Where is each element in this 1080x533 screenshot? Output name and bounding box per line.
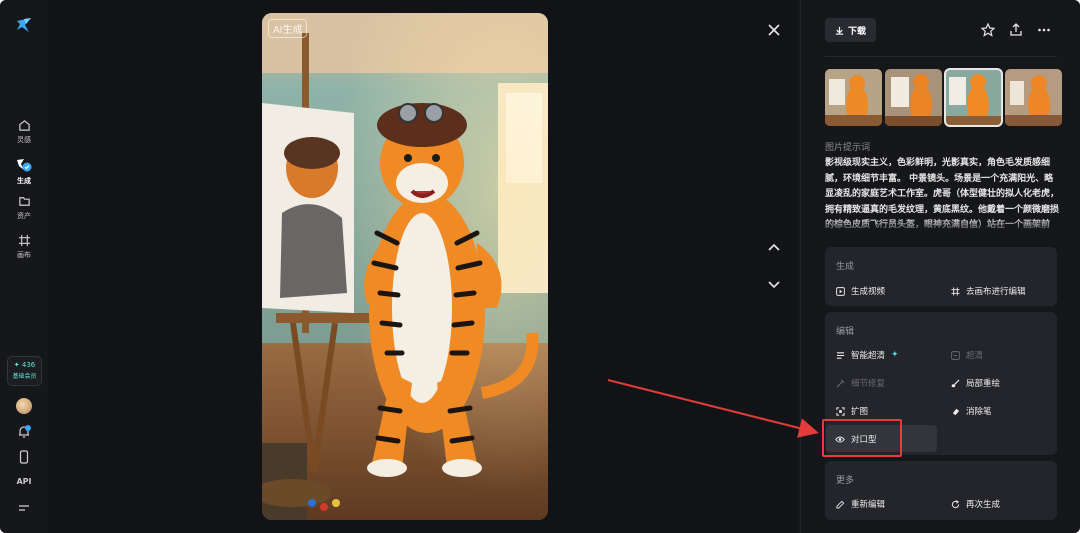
credits-number: 436 xyxy=(21,361,36,369)
generate-icon xyxy=(17,159,32,172)
api-link[interactable]: API xyxy=(0,477,48,486)
logo-icon[interactable] xyxy=(15,16,33,34)
more-icon[interactable] xyxy=(1036,22,1052,38)
brush-icon xyxy=(951,378,960,387)
expand-image-button[interactable]: 扩图 xyxy=(836,405,868,417)
action-label: 生成视频 xyxy=(851,287,886,297)
sidebar-item-generate[interactable]: 生成 xyxy=(0,158,48,186)
sidebar-item-label: 画布 xyxy=(17,251,31,259)
eraser-button[interactable]: 消除笔 xyxy=(951,405,992,417)
thumbnail-2[interactable] xyxy=(885,69,942,126)
detail-repair-button[interactable]: 细节修复 xyxy=(836,377,885,389)
card-title: 更多 xyxy=(836,476,855,486)
credits-badge[interactable]: ✦ 436 基础会员 xyxy=(7,356,42,386)
chevron-up-icon[interactable] xyxy=(766,240,782,256)
card-title: 编辑 xyxy=(836,327,855,337)
action-label: 去画布进行编辑 xyxy=(966,287,1026,297)
eye-icon xyxy=(835,436,845,442)
partial-redraw-button[interactable]: 局部重绘 xyxy=(951,377,1000,389)
card-title: 生成 xyxy=(836,262,855,272)
action-label: 超清 xyxy=(966,351,984,361)
download-icon xyxy=(835,26,844,35)
action-label: 再次生成 xyxy=(966,500,1001,510)
hd-icon xyxy=(951,350,960,360)
regenerate-button[interactable]: 再次生成 xyxy=(951,498,1000,510)
detail-panel: 下载 图片提示词 影视级现实主义，色彩鲜明，光影真实，角色毛发质感细腻，环境细节… xyxy=(800,0,1080,533)
prompt-fade xyxy=(825,218,1059,234)
membership-tier: 基础会员 xyxy=(12,373,37,380)
edit-on-canvas-button[interactable]: 去画布进行编辑 xyxy=(951,285,1026,297)
lip-sync-button[interactable]: 对口型 xyxy=(835,433,877,445)
generated-image[interactable]: AI生成 xyxy=(262,13,548,520)
phone-icon[interactable] xyxy=(16,449,32,465)
generate-card: 生成 生成视频 去画布进行编辑 xyxy=(825,247,1057,306)
sparkle-icon: ✦ xyxy=(891,350,899,360)
repair-icon xyxy=(836,379,845,387)
generate-video-button[interactable]: 生成视频 xyxy=(836,285,885,297)
sidebar-item-label: 资产 xyxy=(17,212,31,220)
canvas-icon xyxy=(951,286,960,296)
action-label: 细节修复 xyxy=(851,379,886,389)
ai-generated-badge: AI生成 xyxy=(268,19,308,38)
sidebar-item-assets[interactable]: 资产 xyxy=(0,195,48,221)
re-edit-button[interactable]: 重新编辑 xyxy=(836,498,885,510)
bell-icon[interactable] xyxy=(16,424,32,440)
sidebar-item-canvas[interactable]: 画布 xyxy=(0,234,48,260)
action-label: 消除笔 xyxy=(966,407,992,417)
action-label: 局部重绘 xyxy=(966,379,1001,389)
play-icon xyxy=(836,286,845,296)
refresh-icon xyxy=(951,499,960,508)
left-sidebar: 灵感 生成 资产 画布 ✦ 436 基础会员 API xyxy=(0,0,48,533)
download-label: 下载 xyxy=(847,26,866,37)
eraser-icon xyxy=(952,408,960,415)
expand-icon xyxy=(836,406,845,416)
more-card: 更多 重新编辑 再次生成 xyxy=(825,461,1057,520)
thumbnail-3-selected[interactable] xyxy=(944,68,1003,127)
sidebar-item-inspiration[interactable]: 灵感 xyxy=(0,119,48,145)
avatar[interactable] xyxy=(16,398,32,414)
action-label: 重新编辑 xyxy=(851,500,886,510)
tiger-painter-illustration xyxy=(262,13,548,520)
action-label: 扩图 xyxy=(851,407,869,417)
star-icon[interactable] xyxy=(980,22,996,38)
menu-icon[interactable] xyxy=(16,500,32,516)
image-viewer: AI生成 xyxy=(48,0,798,533)
edit-icon xyxy=(836,500,845,509)
close-icon[interactable] xyxy=(766,22,782,38)
prompt-title: 图片提示词 xyxy=(825,143,871,153)
share-icon[interactable] xyxy=(1008,22,1024,38)
download-button[interactable]: 下载 xyxy=(825,18,876,42)
app-window: 灵感 生成 资产 画布 ✦ 436 基础会员 API AI生成 下载 图片提示词… xyxy=(0,0,1080,533)
chevron-down-icon[interactable] xyxy=(766,276,782,292)
action-label: 智能超清 xyxy=(851,351,886,361)
action-label: 对口型 xyxy=(851,435,877,445)
hd-button[interactable]: 超清 xyxy=(951,349,983,361)
divider xyxy=(825,56,1057,57)
hd-icon xyxy=(836,351,845,359)
folder-icon xyxy=(18,197,30,206)
sidebar-item-label: 灵感 xyxy=(17,136,31,144)
smart-hd-button[interactable]: 智能超清 ✦ xyxy=(836,349,899,361)
sidebar-item-label: 生成 xyxy=(17,177,31,185)
thumbnail-4[interactable] xyxy=(1005,69,1062,126)
canvas-icon xyxy=(18,234,30,247)
thumbnail-1[interactable] xyxy=(825,69,882,126)
home-icon xyxy=(18,120,30,131)
credits-value: ✦ 436 xyxy=(13,361,36,369)
